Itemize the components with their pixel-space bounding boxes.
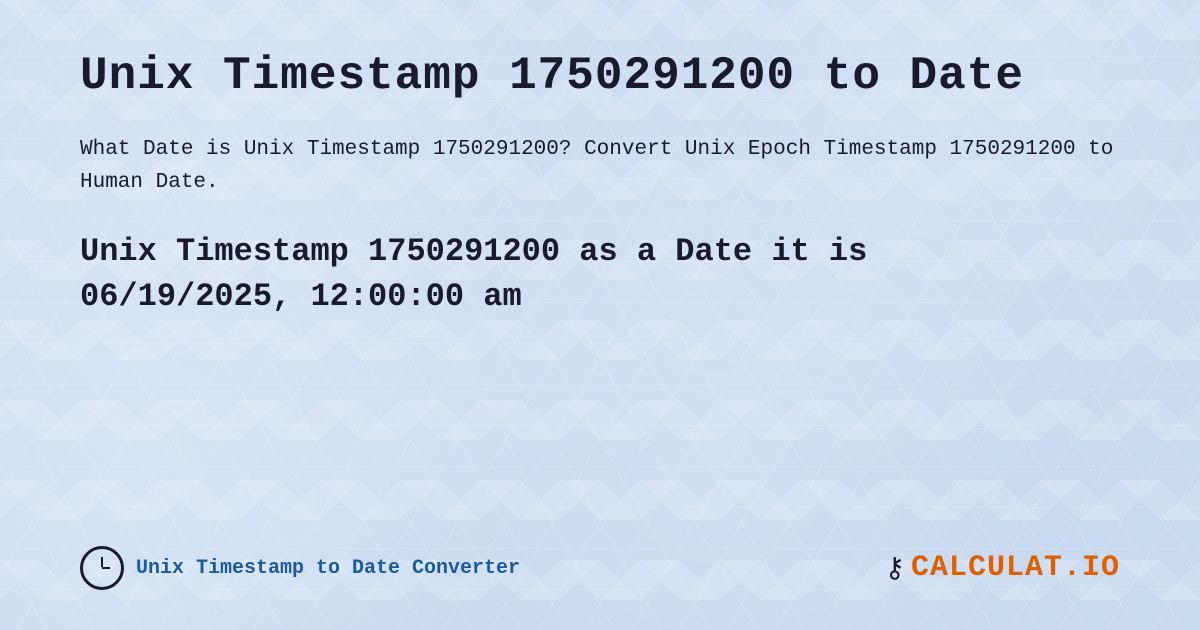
footer: Unix Timestamp to Date Converter ⚷ CALCU… [80, 526, 1120, 590]
result-line1: Unix Timestamp 1750291200 as a Date it i… [80, 230, 1120, 275]
logo-text: CALCULAT.IO [911, 551, 1120, 585]
logo-main: CALCULAT [911, 551, 1063, 585]
logo-accent: .IO [1063, 551, 1120, 585]
page-content: Unix Timestamp 1750291200 to Date What D… [0, 0, 1200, 630]
clock-icon [80, 546, 124, 590]
result-text: Unix Timestamp 1750291200 as a Date it i… [80, 230, 1120, 320]
result-line2: 06/19/2025, 12:00:00 am [80, 275, 1120, 320]
footer-left: Unix Timestamp to Date Converter [80, 546, 520, 590]
footer-converter-label: Unix Timestamp to Date Converter [136, 557, 520, 580]
page-title: Unix Timestamp 1750291200 to Date [80, 50, 1120, 103]
result-section: Unix Timestamp 1750291200 as a Date it i… [80, 230, 1120, 320]
logo-section: ⚷ CALCULAT.IO [884, 551, 1120, 586]
page-description: What Date is Unix Timestamp 1750291200? … [80, 133, 1120, 200]
top-section: Unix Timestamp 1750291200 to Date What D… [80, 50, 1120, 200]
key-icon: ⚷ [884, 551, 905, 586]
